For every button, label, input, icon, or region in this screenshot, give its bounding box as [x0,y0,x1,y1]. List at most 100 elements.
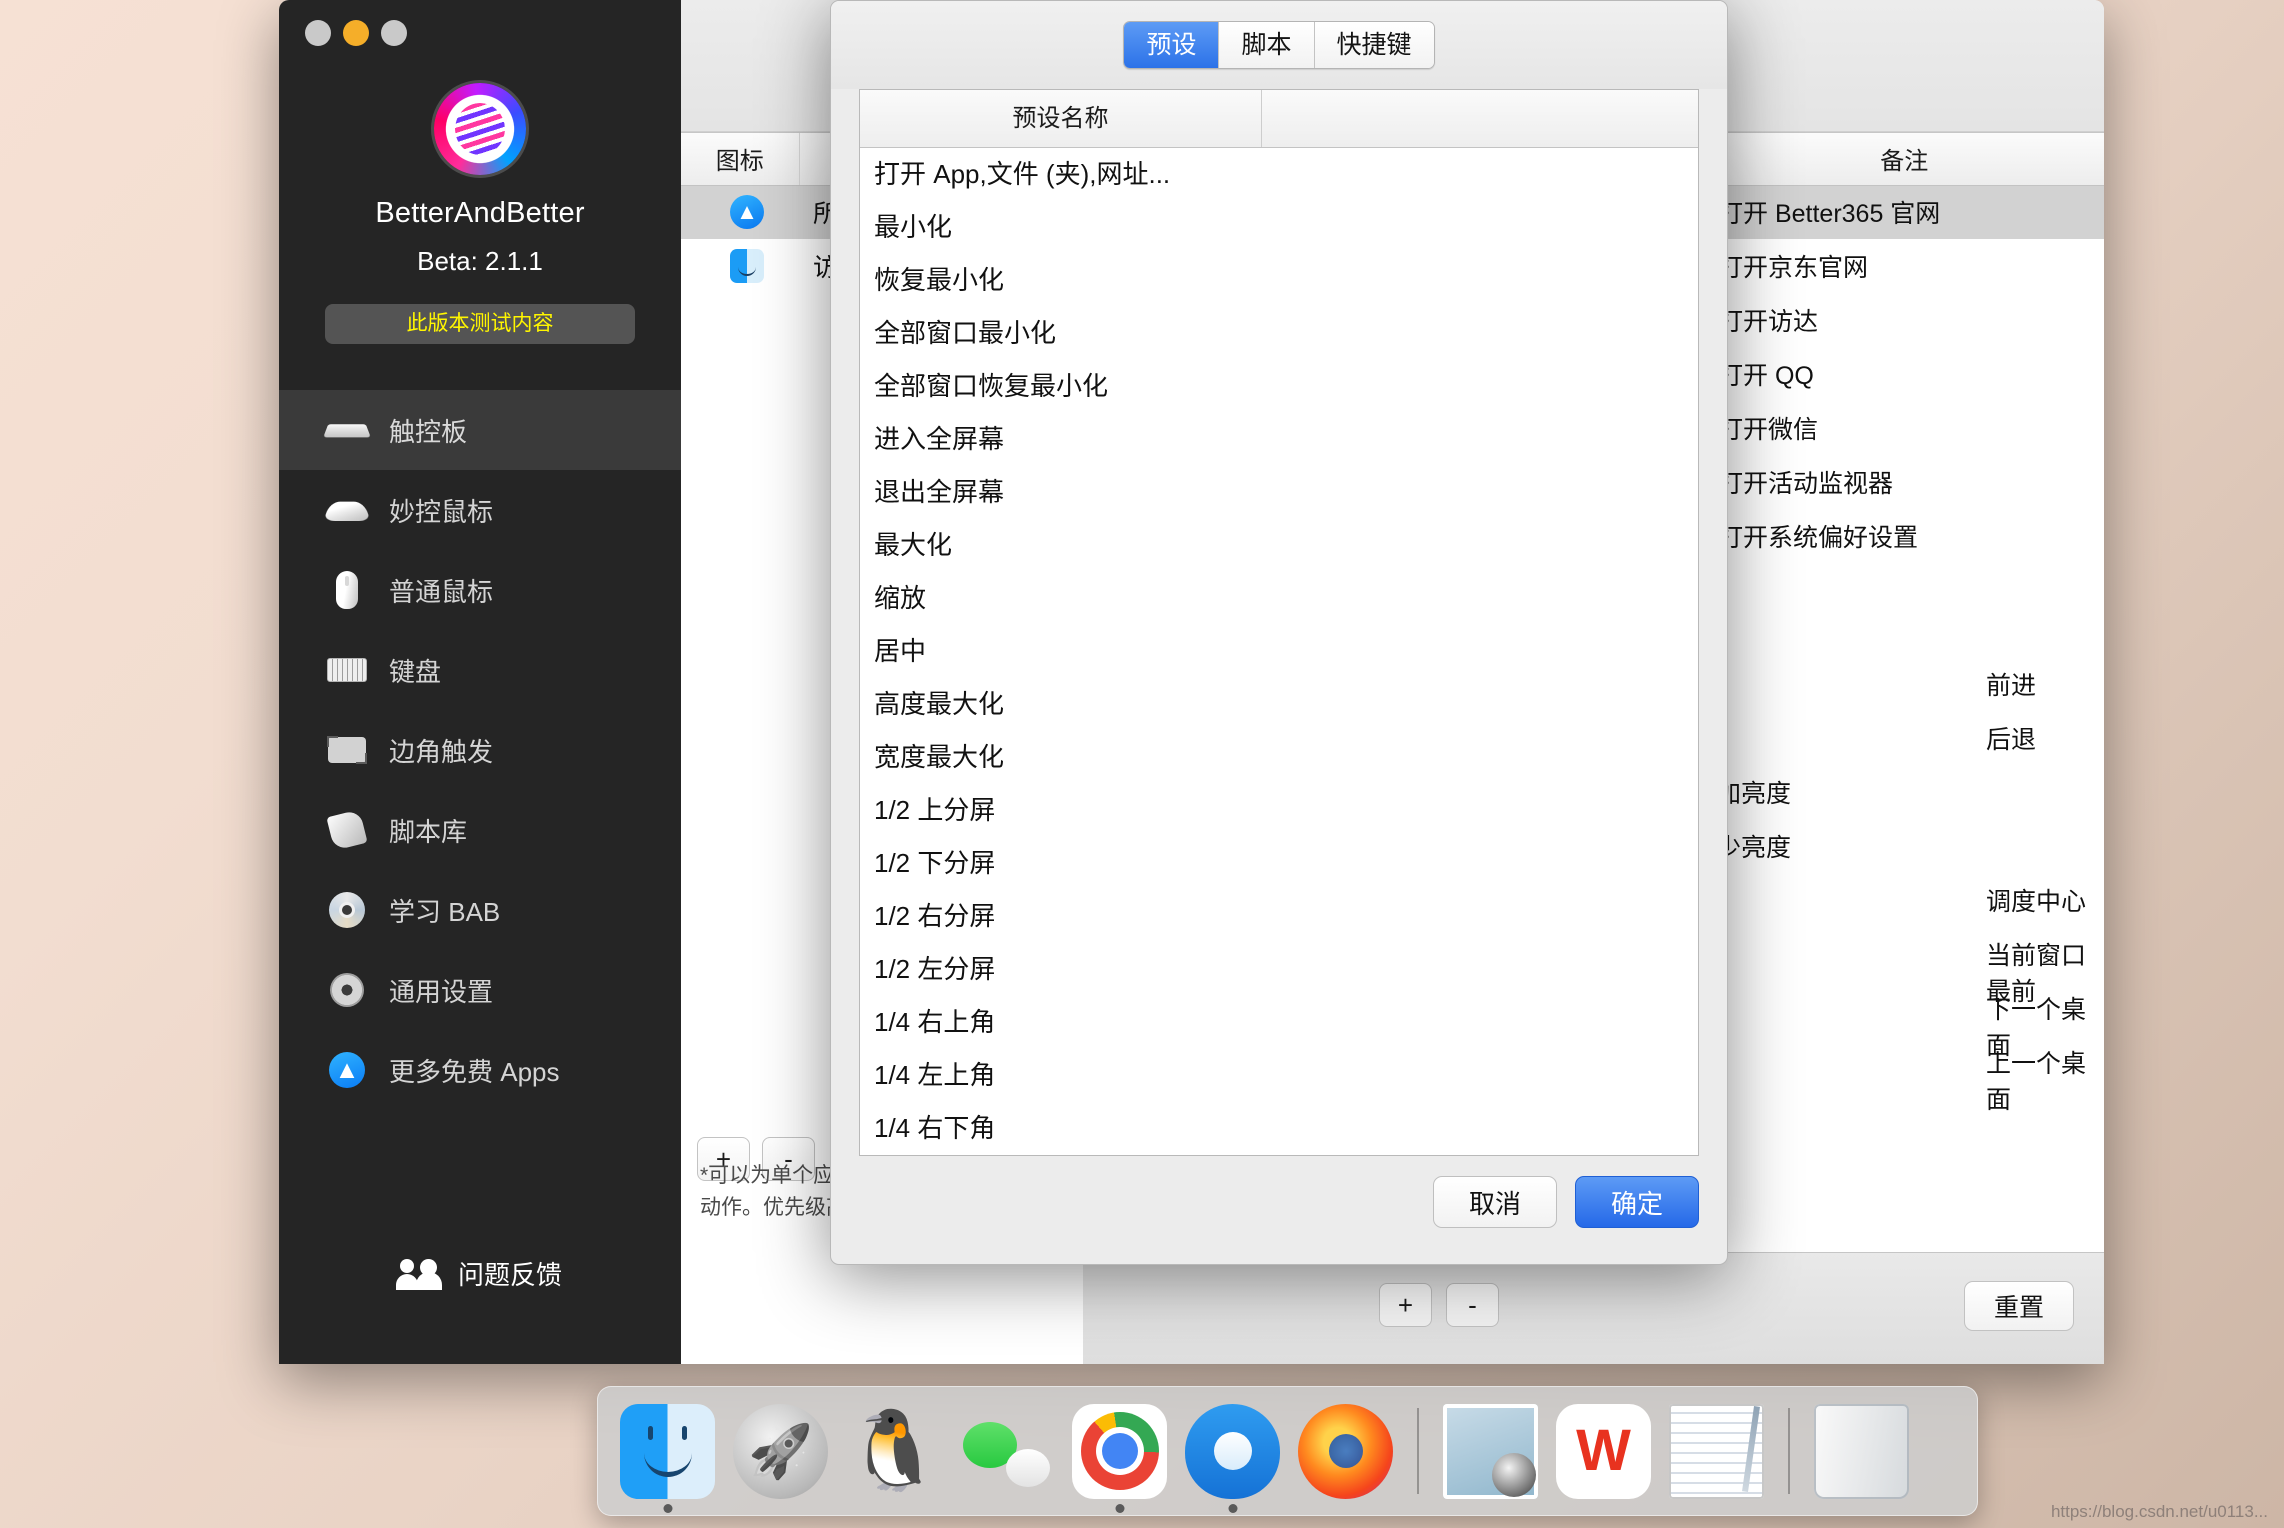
list-item[interactable]: 退出全屏幕 [860,466,1698,519]
sidebar-nav: 触控板 妙控鼠标 普通鼠标 键盘 边角触发 脚本库 学习 BAB 通用设置 ▲ … [279,390,681,1110]
list-item[interactable]: 1/2 右分屏 [860,890,1698,943]
preset-dialog: 预设 脚本 快捷键 预设名称 打开 App,文件 (夹),网址... 最小化 恢… [830,0,1728,1265]
dock-item-chrome[interactable] [1072,1403,1167,1513]
dock-item-firefox[interactable] [1298,1403,1393,1499]
row-note: 前进 [1986,672,2037,700]
minimize-button[interactable] [343,20,369,46]
close-button[interactable] [305,20,331,46]
dock-item-wps-office[interactable]: W [1556,1403,1651,1499]
app-version: Beta: 2.1.1 [417,246,543,276]
sidebar: BetterAndBetter Beta: 2.1.1 此版本测试内容 触控板 … [279,0,681,1364]
list-item[interactable]: 进入全屏幕 [860,413,1698,466]
sidebar-item-magic-mouse[interactable]: 妙控鼠标 [279,470,681,550]
tab-presets[interactable]: 预设 [1124,22,1220,69]
list-item[interactable]: 1/2 上分屏 [860,784,1698,837]
dock-item-textedit[interactable] [1669,1403,1764,1499]
column-header-note[interactable]: 备注 [1704,133,2104,186]
sidebar-item-trackpad[interactable]: 触控板 [279,390,681,470]
add-button[interactable]: + [1379,1283,1432,1327]
list-item[interactable]: 全部窗口最小化 [860,307,1698,360]
tab-scripts[interactable]: 脚本 [1219,22,1315,69]
list-item[interactable]: 打开 App,文件 (夹),网址... [860,148,1698,201]
sidebar-item-more-apps[interactable]: ▲ 更多免费 Apps [279,1030,681,1110]
row-icon [681,509,799,563]
row-icon [681,239,799,293]
dock-item-launchpad[interactable] [733,1403,828,1499]
dock-item-finder[interactable] [620,1403,715,1513]
reset-button[interactable]: 重置 [1964,1281,2074,1331]
keyboard-icon [325,648,369,692]
list-item[interactable]: 最小化 [860,201,1698,254]
sidebar-item-general-settings[interactable]: 通用设置 [279,950,681,1030]
list-item[interactable]: 居中 [860,625,1698,678]
sidebar-item-learn-bab[interactable]: 学习 BAB [279,870,681,950]
bottom-toolbar: + - 重置 [1083,1252,2104,1364]
dialog-footer: 取消 确定 [831,1156,1727,1264]
list-item[interactable]: 1/2 左分屏 [860,943,1698,996]
remove-button[interactable]: - [1446,1283,1499,1327]
row-icon [681,347,799,401]
dock-item-qq-browser[interactable] [1185,1403,1280,1513]
column-header-icon[interactable]: 图标 [681,133,800,186]
row-note: 打开访达 [1718,308,1819,336]
row-icon [681,401,799,455]
feedback-label: 问题反馈 [457,1260,562,1290]
brand-block: BetterAndBetter Beta: 2.1.1 此版本测试内容 [279,50,681,344]
row-note: 调度中心 [1986,888,2087,916]
beta-badge[interactable]: 此版本测试内容 [325,304,635,344]
list-item[interactable]: 1/4 左上角 [860,1049,1698,1102]
feedback-button[interactable]: 问题反馈 [279,1255,681,1292]
list-item[interactable]: 1/2 下分屏 [860,837,1698,890]
list-item[interactable]: 缩放 [860,572,1698,625]
list-item[interactable]: 1/4 右上角 [860,996,1698,1049]
tab-shortcuts[interactable]: 快捷键 [1314,22,1434,69]
row-icon: ▲ [681,185,799,239]
magic-mouse-icon [323,488,371,532]
chrome-icon [1080,1412,1159,1490]
row-note: 打开 Better365 官网 [1704,185,2104,239]
sidebar-item-label: 更多免费 Apps [389,1056,560,1087]
sidebar-item-label: 脚本库 [389,816,468,847]
finder-icon [730,249,764,283]
list-item[interactable]: 恢复最小化 [860,254,1698,307]
list-item[interactable]: 高度最大化 [860,678,1698,731]
sidebar-item-hot-corner[interactable]: 边角触发 [279,710,681,790]
list-item[interactable]: 全部窗口恢复最小化 [860,360,1698,413]
app-logo-icon [434,83,526,175]
add-remove-group-bottom: + - [1379,1283,1499,1327]
wechat-bubble-icon [1006,1448,1050,1487]
sidebar-item-label: 触控板 [389,416,468,447]
gear-icon [325,968,369,1012]
sidebar-item-label: 妙控鼠标 [389,496,494,527]
preset-list[interactable]: 打开 App,文件 (夹),网址... 最小化 恢复最小化 全部窗口最小化 全部… [860,148,1698,1155]
column-header-preset-name[interactable]: 预设名称 [860,90,1262,148]
row-note: 打开 QQ [1718,362,1814,390]
row-note: 打开活动监视器 [1718,470,1894,498]
row-icon [681,293,799,347]
zoom-button[interactable] [381,20,407,46]
finder-icon [644,1425,692,1440]
sidebar-item-script-library[interactable]: 脚本库 [279,790,681,870]
cancel-button[interactable]: 取消 [1433,1176,1557,1229]
sidebar-item-mouse[interactable]: 普通鼠标 [279,550,681,630]
confirm-button[interactable]: 确定 [1575,1176,1699,1229]
script-icon [325,808,369,852]
list-item[interactable]: 最大化 [860,519,1698,572]
people-icon [395,1258,444,1290]
dock-item-preview[interactable] [1443,1403,1538,1499]
dock-item-qq[interactable]: 🐧 [845,1404,942,1499]
dialog-body: 预设名称 打开 App,文件 (夹),网址... 最小化 恢复最小化 全部窗口最… [831,89,1727,1157]
sidebar-item-keyboard[interactable]: 键盘 [279,630,681,710]
dock-item-wechat[interactable] [959,1404,1054,1499]
sidebar-item-label: 通用设置 [389,976,494,1007]
list-item[interactable]: 1/4 右下角 [860,1102,1698,1155]
sidebar-item-label: 边角触发 [389,736,494,767]
appstore-icon: ▲ [325,1048,369,1092]
dock-item-trash[interactable] [1814,1403,1909,1499]
row-note: 上一个桌面 [1986,1050,2087,1114]
sidebar-item-label: 普通鼠标 [389,576,494,607]
sidebar-item-label: 键盘 [389,656,442,687]
window-controls [279,0,681,50]
trackpad-icon [323,408,371,452]
list-item[interactable]: 宽度最大化 [860,731,1698,784]
